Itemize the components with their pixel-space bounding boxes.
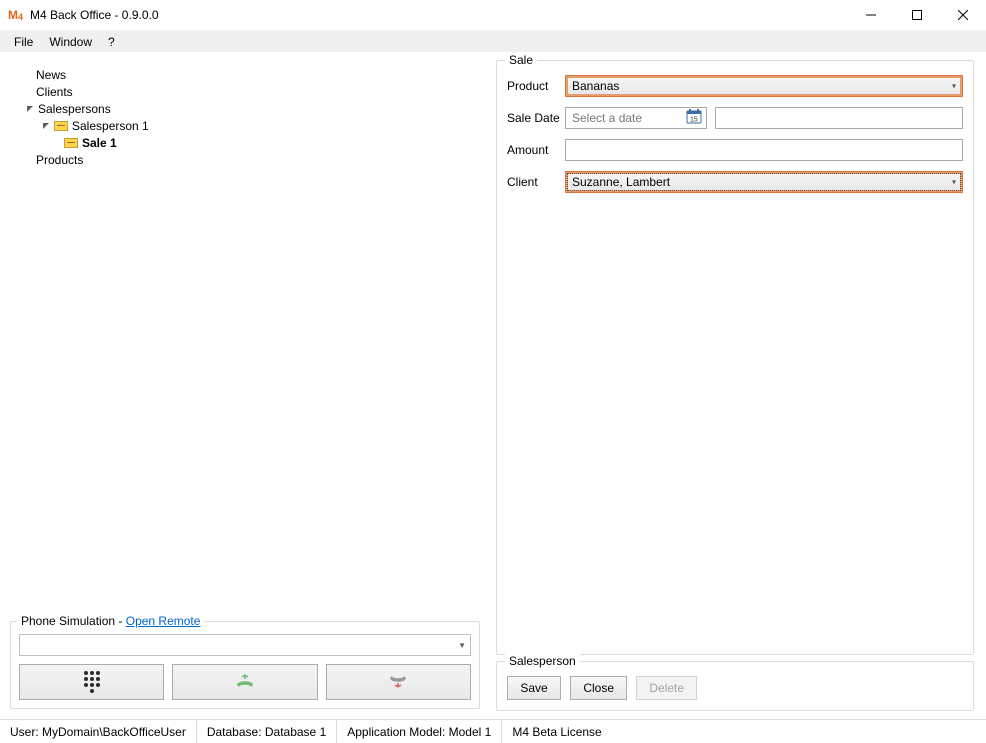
right-pane: Sale Product Bananas ▾ Sale Date Select … xyxy=(490,52,986,719)
tree-item-label: Clients xyxy=(36,85,73,99)
svg-text:15: 15 xyxy=(690,117,698,124)
tree-item-news[interactable]: News xyxy=(16,66,474,83)
expander-icon[interactable] xyxy=(40,120,52,132)
status-appmodel: Application Model: Model 1 xyxy=(337,720,502,743)
tree-item-label: Salesperson 1 xyxy=(72,119,149,133)
status-license: M4 Beta License xyxy=(502,720,611,743)
tree-item-label: Salespersons xyxy=(38,102,111,116)
tree-item-salespersons[interactable]: Salespersons xyxy=(16,100,474,117)
navigation-tree: News Clients Salespersons Salesperson 1 xyxy=(8,60,482,619)
phone-target-combo[interactable]: ▼ xyxy=(19,634,471,656)
row-amount: Amount xyxy=(507,139,963,161)
maximize-button[interactable] xyxy=(894,0,940,30)
title-bar: M 4 M4 Back Office - 0.9.0.0 xyxy=(0,0,986,30)
sale-group-label: Sale xyxy=(505,53,537,67)
amount-input[interactable] xyxy=(565,139,963,161)
client-value: Suzanne, Lambert xyxy=(572,175,670,189)
tree-item-products[interactable]: Products xyxy=(16,151,474,168)
hangup-button[interactable] xyxy=(326,664,471,700)
menu-bar: File Window ? xyxy=(0,30,986,52)
close-editor-button[interactable]: Close xyxy=(570,676,627,700)
card-icon xyxy=(64,138,78,148)
saledate-label: Sale Date xyxy=(507,111,565,125)
status-user: User: MyDomain\BackOfficeUser xyxy=(0,720,197,743)
window-title: M4 Back Office - 0.9.0.0 xyxy=(30,8,848,22)
tree-item-sale1[interactable]: Sale 1 xyxy=(16,134,474,151)
delete-button: Delete xyxy=(636,676,697,700)
open-remote-link[interactable]: Open Remote xyxy=(126,614,201,628)
card-icon xyxy=(54,121,68,131)
call-button[interactable] xyxy=(172,664,317,700)
calendar-icon: 15 xyxy=(686,109,702,127)
chevron-down-icon: ▾ xyxy=(952,178,956,187)
call-icon xyxy=(234,672,256,693)
close-label: Close xyxy=(583,681,614,695)
delete-label: Delete xyxy=(649,681,684,695)
chevron-down-icon: ▼ xyxy=(458,641,466,650)
saledate-aux-input[interactable] xyxy=(715,107,963,129)
product-value: Bananas xyxy=(572,79,619,93)
menu-window[interactable]: Window xyxy=(41,33,100,51)
phone-buttons xyxy=(19,664,471,700)
phone-group-prefix: Phone Simulation - xyxy=(21,614,126,628)
action-buttons: Save Close Delete xyxy=(507,676,963,700)
row-saledate: Sale Date Select a date 15 xyxy=(507,107,963,129)
save-button[interactable]: Save xyxy=(507,676,561,700)
status-database: Database: Database 1 xyxy=(197,720,337,743)
amount-label: Amount xyxy=(507,143,565,157)
sale-group: Sale Product Bananas ▾ Sale Date Select … xyxy=(496,60,974,655)
client-combo[interactable]: Suzanne, Lambert ▾ xyxy=(565,171,963,193)
main-area: News Clients Salespersons Salesperson 1 xyxy=(0,52,986,719)
product-combo[interactable]: Bananas ▾ xyxy=(565,75,963,97)
status-bar: User: MyDomain\BackOfficeUser Database: … xyxy=(0,719,986,743)
saledate-picker[interactable]: Select a date 15 xyxy=(565,107,707,129)
phone-simulation-group: Phone Simulation - Open Remote ▼ xyxy=(10,621,480,709)
keypad-button[interactable] xyxy=(19,664,164,700)
saledate-placeholder: Select a date xyxy=(572,111,642,125)
menu-help[interactable]: ? xyxy=(100,33,123,51)
tree-item-clients[interactable]: Clients xyxy=(16,83,474,100)
row-client: Client Suzanne, Lambert ▾ xyxy=(507,171,963,193)
app-logo-icon: M 4 xyxy=(8,7,24,23)
menu-file[interactable]: File xyxy=(6,33,41,51)
window-controls xyxy=(848,0,986,30)
left-pane: News Clients Salespersons Salesperson 1 xyxy=(0,52,490,719)
hangup-icon xyxy=(387,672,409,693)
tree-item-salesperson1[interactable]: Salesperson 1 xyxy=(16,117,474,134)
tree-item-label: News xyxy=(36,68,66,82)
row-product: Product Bananas ▾ xyxy=(507,75,963,97)
salesperson-group: Salesperson Save Close Delete xyxy=(496,661,974,711)
phone-group-label: Phone Simulation - Open Remote xyxy=(17,614,204,628)
svg-text:M: M xyxy=(8,8,18,22)
tree-item-label: Sale 1 xyxy=(82,136,117,150)
minimize-button[interactable] xyxy=(848,0,894,30)
svg-text:4: 4 xyxy=(18,12,23,22)
chevron-down-icon: ▾ xyxy=(952,82,956,91)
tree-item-label: Products xyxy=(36,153,83,167)
salesperson-group-label: Salesperson xyxy=(505,654,580,668)
keypad-icon xyxy=(84,671,100,693)
save-label: Save xyxy=(520,681,547,695)
expander-icon[interactable] xyxy=(24,103,36,115)
close-button[interactable] xyxy=(940,0,986,30)
product-label: Product xyxy=(507,79,565,93)
client-label: Client xyxy=(507,175,565,189)
